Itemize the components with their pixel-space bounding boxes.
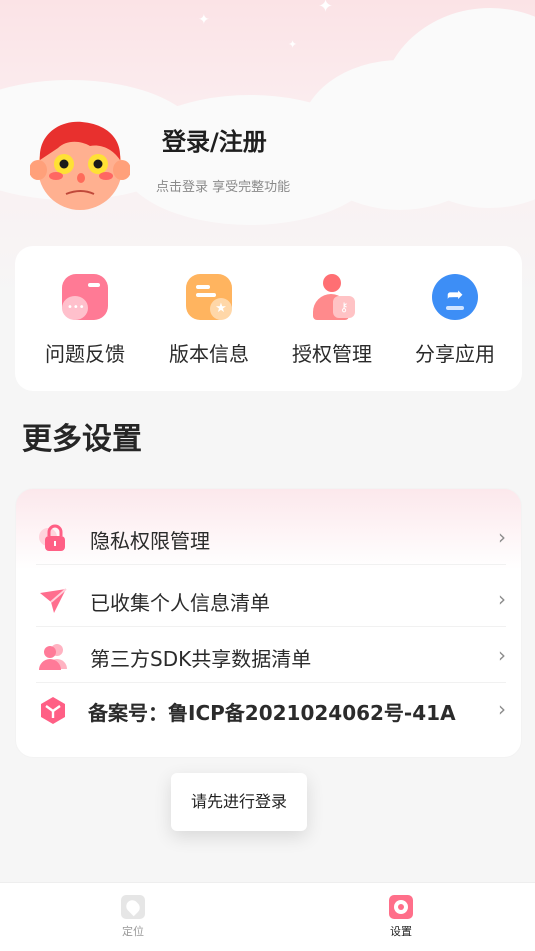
feedback-icon: ••• [62,274,108,320]
tool-label: 分享应用 [415,342,495,366]
toast-message: 请先进行登录 [171,773,307,831]
cube-icon [38,695,68,725]
sparkle-icon: ✦ [288,38,298,51]
settings-item-label: 备案号：鲁ICP备2021024062号-41A [88,701,456,725]
settings-item-collected-info[interactable]: 已收集个人信息清单 › [36,571,506,627]
paper-plane-icon [38,585,68,615]
settings-item-privacy[interactable]: 隐私权限管理 › [36,509,506,565]
share-icon: ➦ [432,274,478,320]
tool-version-info[interactable]: ★ 版本信息 [149,274,269,367]
tab-location[interactable]: 定位 [103,895,163,939]
login-register-title[interactable]: 登录/注册 [162,122,267,157]
settings-item-third-party-sdk[interactable]: 第三方SDK共享数据清单 › [36,627,506,683]
users-icon [38,641,68,671]
tool-label: 问题反馈 [45,342,125,366]
sparkle-icon: ✦ [198,12,210,28]
settings-item-icp-record[interactable]: 备案号：鲁ICP备2021024062号-41A › [36,681,506,737]
settings-tab-icon [389,895,413,919]
sparkle-icon: ✦ [318,0,334,17]
tab-label: 定位 [122,925,144,938]
avatar[interactable] [29,118,131,214]
settings-item-label: 隐私权限管理 [90,529,210,553]
tool-label: 版本信息 [169,342,249,366]
tools-card: ••• 问题反馈 ★ 版本信息 ⚷ 授权管理 ➦ 分享应用 [15,246,522,391]
location-tab-icon [121,895,145,919]
tab-label: 设置 [390,925,412,938]
chevron-right-icon: › [498,697,506,721]
authorization-icon: ⚷ [309,274,355,320]
settings-item-label: 第三方SDK共享数据清单 [90,647,312,671]
section-title-more-settings: 更多设置 [22,422,142,457]
chevron-right-icon: › [498,587,506,611]
chevron-right-icon: › [498,643,506,667]
tool-share[interactable]: ➦ 分享应用 [395,274,515,367]
settings-card: 隐私权限管理 › 已收集个人信息清单 › 第三方SDK共享数据清单 › 备案号：… [15,488,522,758]
tool-authorization[interactable]: ⚷ 授权管理 [272,274,392,367]
version-info-icon: ★ [186,274,232,320]
tool-label: 授权管理 [292,342,372,366]
login-hint[interactable]: 点击登录 享受完整功能 [156,176,290,195]
tab-bar: 定位 设置 [0,882,535,951]
tab-settings[interactable]: 设置 [371,895,431,939]
settings-item-label: 已收集个人信息清单 [90,591,270,615]
lock-icon [38,523,68,553]
tool-feedback[interactable]: ••• 问题反馈 [25,274,145,367]
chevron-right-icon: › [498,525,506,549]
